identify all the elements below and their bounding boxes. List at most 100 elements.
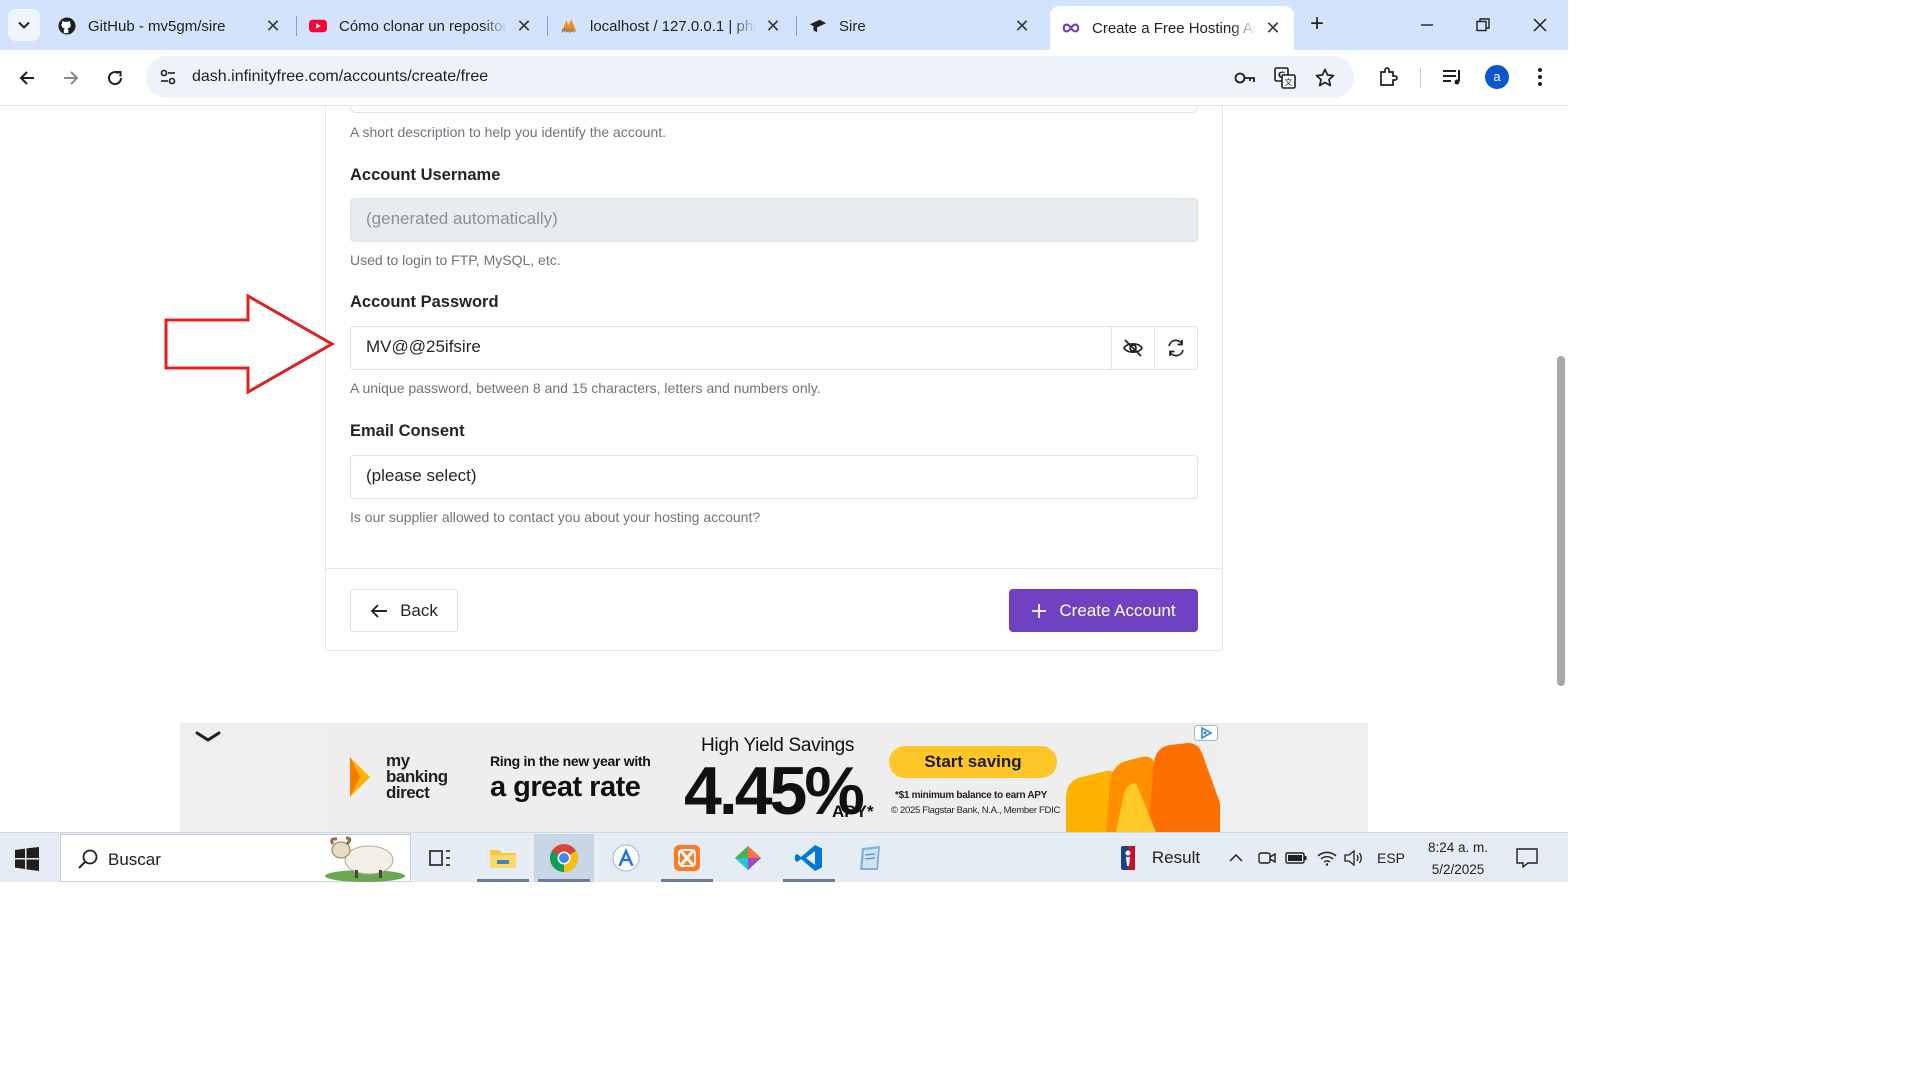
new-tab-button[interactable]: + <box>1304 12 1330 38</box>
tab-search-button[interactable] <box>8 9 40 41</box>
annotation-arrow <box>164 294 336 394</box>
description-help-text: A short description to help you identify… <box>350 124 666 140</box>
email-consent-label: Email Consent <box>350 422 465 440</box>
tab-title: Create a Free Hosting Account <box>1092 19 1256 37</box>
back-nav-button[interactable] <box>13 64 41 92</box>
battery-icon[interactable] <box>1284 846 1308 870</box>
close-icon[interactable]: ✕ <box>764 16 782 37</box>
restore-button[interactable] <box>1470 12 1496 38</box>
create-account-button[interactable]: Create Account <box>1009 589 1198 632</box>
tab-title: Sire <box>839 17 866 35</box>
task-view-icon <box>429 850 450 866</box>
reload-button[interactable] <box>101 64 129 92</box>
refresh-icon <box>1168 339 1184 357</box>
toggle-password-visibility-button[interactable] <box>1111 326 1155 370</box>
wifi-icon[interactable] <box>1316 846 1338 870</box>
chrome-icon <box>550 844 578 872</box>
taskbar-vscode[interactable] <box>779 834 839 882</box>
username-help-text: Used to login to FTP, MySQL, etc. <box>350 252 561 268</box>
kebab-menu-icon[interactable] <box>1527 64 1553 90</box>
card-footer: Back Create Account <box>326 568 1222 651</box>
reload-icon <box>108 71 123 86</box>
close-icon[interactable]: ✕ <box>515 16 533 37</box>
username-input: (generated automatically) <box>350 198 1198 242</box>
ad-collapse-button[interactable] <box>194 727 222 747</box>
tab-github[interactable]: GitHub - mv5gm/sire ✕ <box>46 8 294 44</box>
bookmark-star-icon[interactable] <box>1314 67 1336 89</box>
tab-phpmyadmin[interactable]: PMA localhost / 127.0.0.1 | phpMyAdmin ✕ <box>548 8 794 44</box>
taskbar-chrome[interactable] <box>534 834 594 882</box>
clock-time: 8:24 a. m. <box>1427 840 1489 855</box>
password-help-text: A unique password, between 8 and 15 char… <box>350 380 821 396</box>
xampp-icon <box>674 845 700 871</box>
chevron-down-icon <box>18 21 30 29</box>
meet-now-icon[interactable] <box>1256 846 1278 870</box>
minimize-button[interactable] <box>1414 12 1440 38</box>
profile-avatar[interactable]: a <box>1485 65 1509 89</box>
svg-text:PMA: PMA <box>562 29 574 35</box>
scrollbar-thumb[interactable] <box>1557 356 1565 686</box>
arrow-right-icon <box>64 71 79 85</box>
media-queue-icon[interactable] <box>1440 64 1466 90</box>
close-icon[interactable]: ✕ <box>1264 18 1282 39</box>
taskbar-notepad[interactable] <box>840 834 900 882</box>
windows-start-icon[interactable] <box>14 846 40 872</box>
app-store-icon <box>612 844 640 872</box>
ad-choices-icon[interactable] <box>1194 725 1218 741</box>
close-window-button[interactable] <box>1527 12 1553 38</box>
arrow-left-icon <box>19 71 34 85</box>
arrow-left-icon <box>370 603 388 618</box>
ad-cta-button[interactable]: Start saving <box>889 746 1057 778</box>
minimize-icon <box>1421 24 1433 26</box>
taskbar-file-explorer[interactable] <box>473 834 533 882</box>
create-account-button-label: Create Account <box>1059 600 1176 620</box>
system-clock[interactable]: 8:24 a. m. 5/2/2025 <box>1418 837 1498 881</box>
ad-banner[interactable]: my banking direct Ring in the new year w… <box>328 723 1220 832</box>
notepad-icon <box>860 846 880 870</box>
taskbar-task-view[interactable] <box>410 834 470 882</box>
volume-icon[interactable] <box>1343 846 1365 870</box>
account-label-input[interactable] <box>350 106 1198 113</box>
search-icon <box>78 849 98 869</box>
windows-taskbar: Buscar Result ESP 8:24 a. m. 5/2/2025 <box>0 832 1568 882</box>
password-key-icon[interactable] <box>1234 67 1256 89</box>
taskbar-search-box[interactable]: Buscar <box>60 834 411 882</box>
translate-icon[interactable]: G文 <box>1274 67 1296 89</box>
close-icon[interactable]: ✕ <box>1013 16 1031 37</box>
widget-text[interactable]: Result <box>1148 846 1204 870</box>
close-icon[interactable]: ✕ <box>264 16 282 37</box>
vscode-icon <box>795 845 822 871</box>
tab-infinityfree[interactable]: Create a Free Hosting Account ✕ <box>1050 6 1294 50</box>
page-scrollbar[interactable] <box>1554 106 1568 832</box>
ad-tagline-small: Ring in the new year with <box>490 753 651 769</box>
plus-icon <box>1032 603 1047 618</box>
address-bar[interactable]: dash.infinityfree.com/accounts/create/fr… <box>146 56 1354 98</box>
forward-nav-button[interactable] <box>57 64 85 92</box>
notifications-icon[interactable] <box>1514 846 1540 870</box>
taskbar-app-store[interactable] <box>596 834 656 882</box>
url-text[interactable]: dash.infinityfree.com/accounts/create/fr… <box>192 68 488 86</box>
taskbar-gitkraken[interactable] <box>718 834 778 882</box>
tab-youtube[interactable]: Cómo clonar un repositorio ✕ <box>297 8 545 44</box>
tab-sire[interactable]: Sire ✕ <box>797 8 1043 44</box>
tab-title: Cómo clonar un repositorio <box>339 17 507 35</box>
password-input[interactable]: MV@@25ifsire <box>350 326 1112 370</box>
clock-date: 5/2/2025 <box>1431 862 1485 877</box>
ad-rate-suffix: APY* <box>832 802 874 821</box>
back-button[interactable]: Back <box>350 589 458 632</box>
input-language[interactable]: ESP <box>1372 846 1410 870</box>
svg-text:文: 文 <box>1285 77 1293 87</box>
close-icon <box>1533 18 1547 32</box>
taskbar-xampp[interactable] <box>657 834 717 882</box>
show-hidden-icons-button[interactable] <box>1226 846 1246 870</box>
page-viewport: A short description to help you identify… <box>0 106 1568 832</box>
extensions-puzzle-icon[interactable] <box>1375 64 1401 90</box>
back-button-label: Back <box>400 600 438 620</box>
graduation-cap-icon <box>809 17 827 35</box>
email-consent-select[interactable]: (please select) <box>350 455 1198 499</box>
regenerate-password-button[interactable] <box>1154 326 1198 370</box>
site-settings-icon[interactable] <box>158 67 178 87</box>
nba-widget-icon[interactable] <box>1116 846 1140 870</box>
password-input-group: MV@@25ifsire <box>350 326 1198 370</box>
ad-banner-container: my banking direct Ring in the new year w… <box>180 723 1368 832</box>
